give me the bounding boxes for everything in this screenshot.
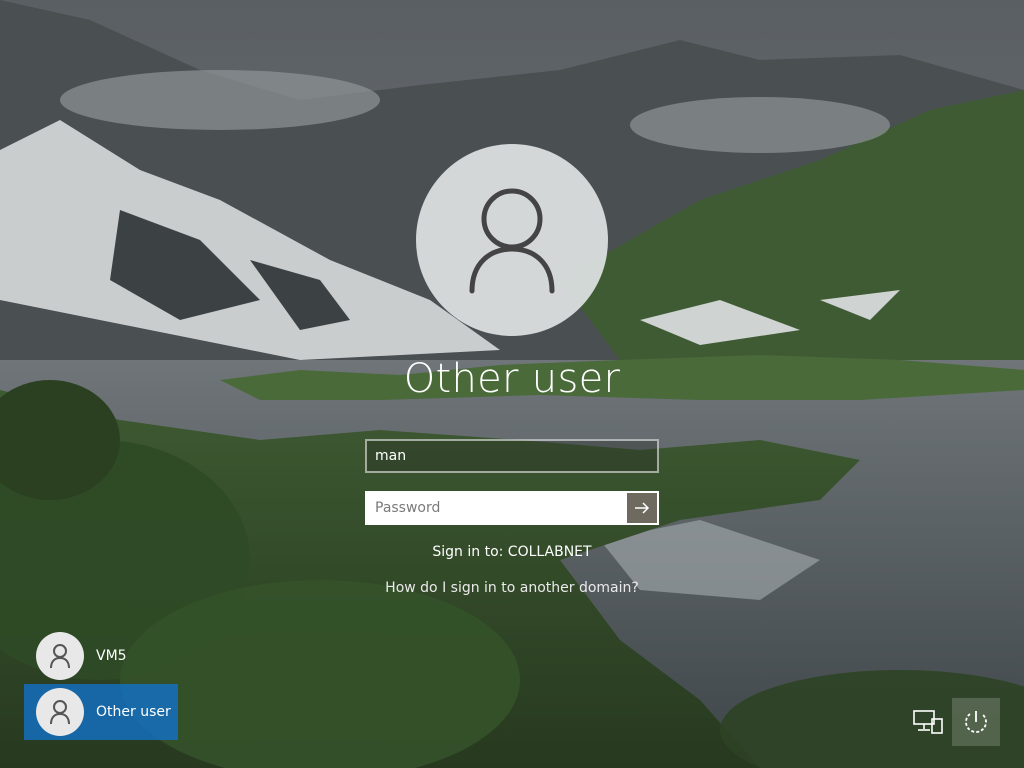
user-list-item-label: Other user [96,704,171,720]
user-list-avatar [36,632,84,680]
user-silhouette-icon [50,700,70,725]
other-domain-help-link[interactable]: How do I sign in to another domain? [312,580,712,596]
arrow-right-icon [635,502,650,514]
lock-screen: Other user Sign in to: COLLABNET How do … [0,0,1024,768]
sign-in-domain-text: Sign in to: COLLABNET [432,544,592,560]
password-input[interactable] [367,493,627,523]
user-list-item-label: VM5 [96,648,127,664]
power-button[interactable] [952,698,1000,746]
network-button[interactable] [904,698,952,746]
user-list-avatar [36,688,84,736]
power-icon [965,711,987,733]
username-input[interactable] [365,439,659,473]
password-box [365,491,659,525]
user-list-item-vm5[interactable]: VM5 [24,628,178,684]
user-avatar [416,144,608,336]
user-display-name: Other user [403,356,621,402]
network-icon [913,710,943,734]
user-silhouette-icon [50,644,70,669]
user-list-item-other-user[interactable]: Other user [24,684,178,740]
submit-button[interactable] [627,493,657,523]
user-silhouette-icon [469,188,555,294]
